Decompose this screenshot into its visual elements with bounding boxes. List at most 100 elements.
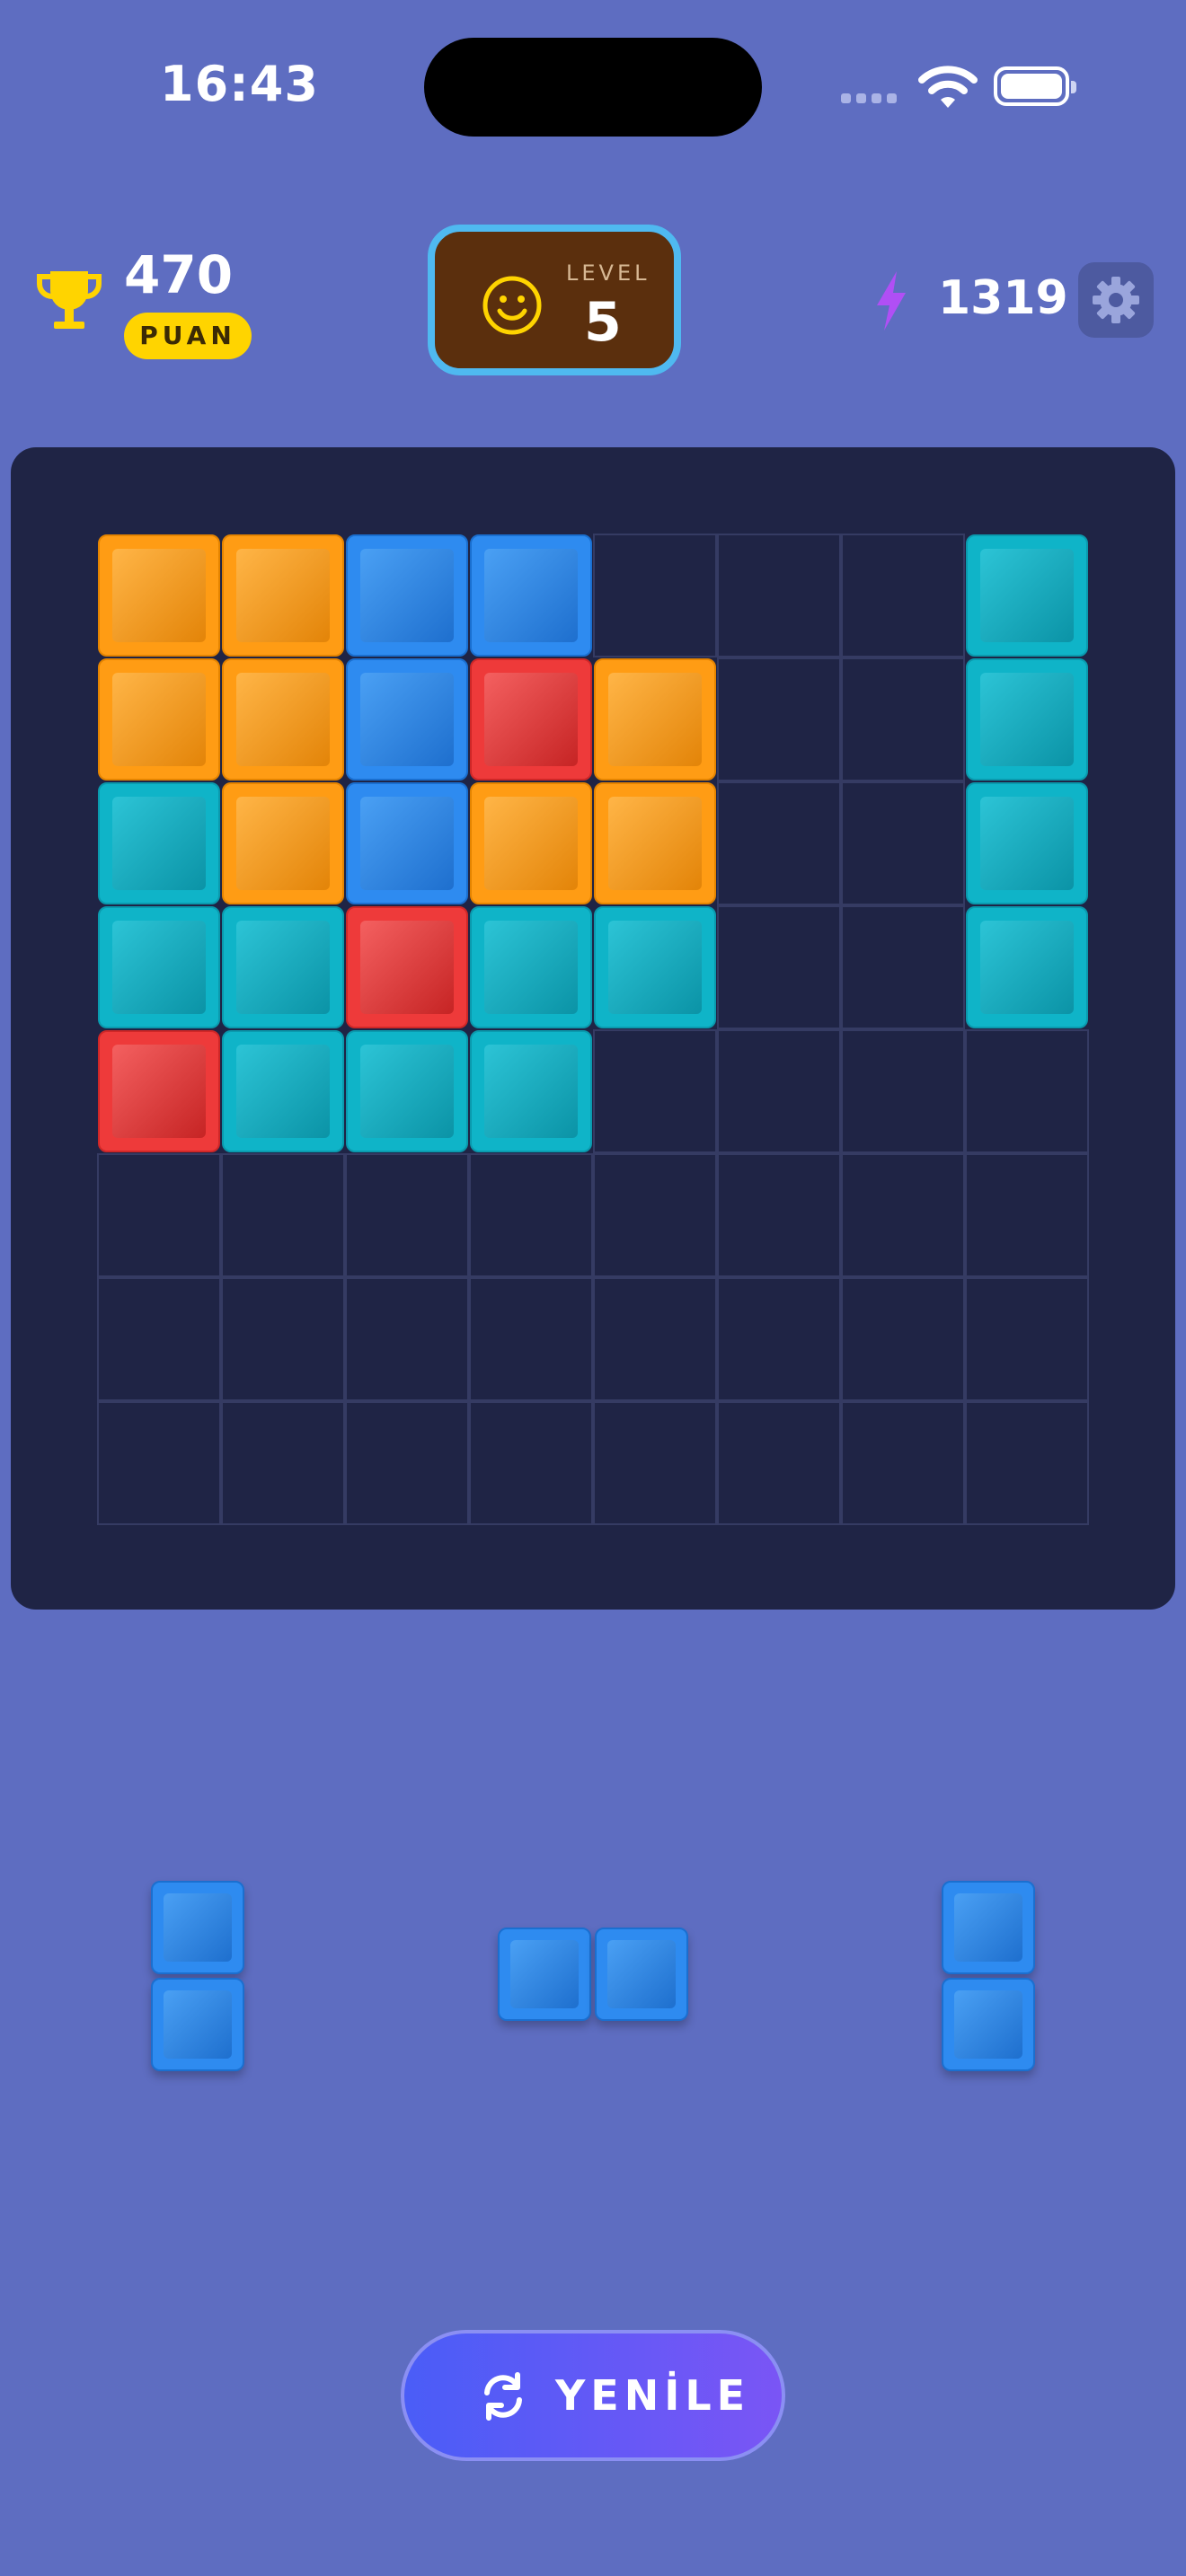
board-block-cyan[interactable] [221, 905, 345, 1029]
level-indicator: LEVEL 5 [428, 225, 681, 375]
piece-block-blue [942, 1881, 1035, 1974]
board-cell-empty[interactable] [345, 1277, 469, 1401]
board-cell-empty[interactable] [965, 1277, 1089, 1401]
board-cell-empty[interactable] [717, 781, 841, 905]
board-cell-empty[interactable] [841, 1029, 965, 1153]
board-cell-empty[interactable] [841, 1277, 965, 1401]
board-block-blue[interactable] [345, 534, 469, 657]
gear-icon [1093, 277, 1139, 323]
board-cell-empty[interactable] [965, 1029, 1089, 1153]
board-block-orange[interactable] [221, 657, 345, 781]
board-cell-empty[interactable] [97, 1153, 221, 1277]
settings-button[interactable] [1078, 262, 1154, 338]
board-cell-empty[interactable] [717, 905, 841, 1029]
block-orange [594, 658, 716, 781]
board-block-orange[interactable] [593, 657, 717, 781]
board-block-cyan[interactable] [593, 905, 717, 1029]
block-cyan [98, 906, 220, 1028]
board-block-blue[interactable] [345, 657, 469, 781]
board-cell-empty[interactable] [593, 1277, 717, 1401]
board-block-cyan[interactable] [97, 905, 221, 1029]
board-cell-empty[interactable] [97, 1401, 221, 1525]
board-cell-empty[interactable] [841, 1153, 965, 1277]
board-cell-empty[interactable] [593, 534, 717, 657]
block-cyan [966, 658, 1088, 781]
board-cell-empty[interactable] [717, 1153, 841, 1277]
board-cell-empty[interactable] [593, 1153, 717, 1277]
board-grid[interactable] [97, 534, 1089, 1525]
board-block-cyan[interactable] [965, 905, 1089, 1029]
board-cell-empty[interactable] [717, 1029, 841, 1153]
piece-block-blue [942, 1978, 1035, 2071]
board-cell-empty[interactable] [841, 534, 965, 657]
block-blue [346, 782, 468, 904]
score-value: 470 [124, 244, 234, 305]
refresh-label: YENİLE [555, 2371, 751, 2420]
board-block-cyan[interactable] [345, 1029, 469, 1153]
board-cell-empty[interactable] [469, 1401, 593, 1525]
block-orange [98, 658, 220, 781]
block-orange [98, 534, 220, 657]
board-block-cyan[interactable] [965, 781, 1089, 905]
board-block-orange[interactable] [221, 781, 345, 905]
board-cell-empty[interactable] [593, 1029, 717, 1153]
board-block-red[interactable] [345, 905, 469, 1029]
board-block-orange[interactable] [221, 534, 345, 657]
block-cyan [346, 1030, 468, 1152]
board-cell-empty[interactable] [965, 1153, 1089, 1277]
board-cell-empty[interactable] [841, 781, 965, 905]
board-cell-empty[interactable] [469, 1153, 593, 1277]
board-cell-empty[interactable] [717, 534, 841, 657]
refresh-button[interactable]: YENİLE [401, 2330, 785, 2461]
wifi-icon [918, 66, 978, 108]
board-cell-empty[interactable] [221, 1277, 345, 1401]
board-cell-empty[interactable] [717, 1277, 841, 1401]
block-orange [222, 658, 344, 781]
block-cyan [966, 906, 1088, 1028]
board-block-blue[interactable] [345, 781, 469, 905]
piece-vertical-2-left[interactable] [151, 1881, 244, 2071]
block-blue [346, 658, 468, 781]
board-cell-empty[interactable] [965, 1401, 1089, 1525]
energy-value: 1319 [938, 271, 1068, 325]
block-orange [594, 782, 716, 904]
piece-block-blue [498, 1928, 591, 2021]
board-block-cyan[interactable] [965, 534, 1089, 657]
board-cell-empty[interactable] [345, 1401, 469, 1525]
board-block-cyan[interactable] [469, 905, 593, 1029]
level-number: 5 [584, 291, 622, 354]
piece-horizontal-2[interactable] [498, 1928, 688, 2021]
board-block-orange[interactable] [97, 657, 221, 781]
board-cell-empty[interactable] [717, 657, 841, 781]
board-cell-empty[interactable] [593, 1401, 717, 1525]
piece-block-blue [151, 1881, 244, 1974]
block-cyan [98, 782, 220, 904]
board-block-blue[interactable] [469, 534, 593, 657]
board-cell-empty[interactable] [841, 905, 965, 1029]
block-red [470, 658, 592, 781]
board-cell-empty[interactable] [469, 1277, 593, 1401]
board-block-cyan[interactable] [97, 781, 221, 905]
smiley-icon [482, 276, 542, 335]
board-block-orange[interactable] [97, 534, 221, 657]
board-block-red[interactable] [97, 1029, 221, 1153]
signal-icon [841, 93, 897, 103]
board-cell-empty[interactable] [841, 1401, 965, 1525]
block-orange [222, 782, 344, 904]
board-block-orange[interactable] [469, 781, 593, 905]
board-block-red[interactable] [469, 657, 593, 781]
board-cell-empty[interactable] [345, 1153, 469, 1277]
block-orange [222, 534, 344, 657]
board-cell-empty[interactable] [221, 1401, 345, 1525]
board-cell-empty[interactable] [841, 657, 965, 781]
board-block-orange[interactable] [593, 781, 717, 905]
board-cell-empty[interactable] [97, 1277, 221, 1401]
block-blue [346, 534, 468, 657]
board-cell-empty[interactable] [717, 1401, 841, 1525]
board-block-cyan[interactable] [221, 1029, 345, 1153]
level-label: LEVEL [566, 260, 651, 286]
board-block-cyan[interactable] [965, 657, 1089, 781]
board-block-cyan[interactable] [469, 1029, 593, 1153]
piece-vertical-2-right[interactable] [942, 1881, 1035, 2071]
board-cell-empty[interactable] [221, 1153, 345, 1277]
